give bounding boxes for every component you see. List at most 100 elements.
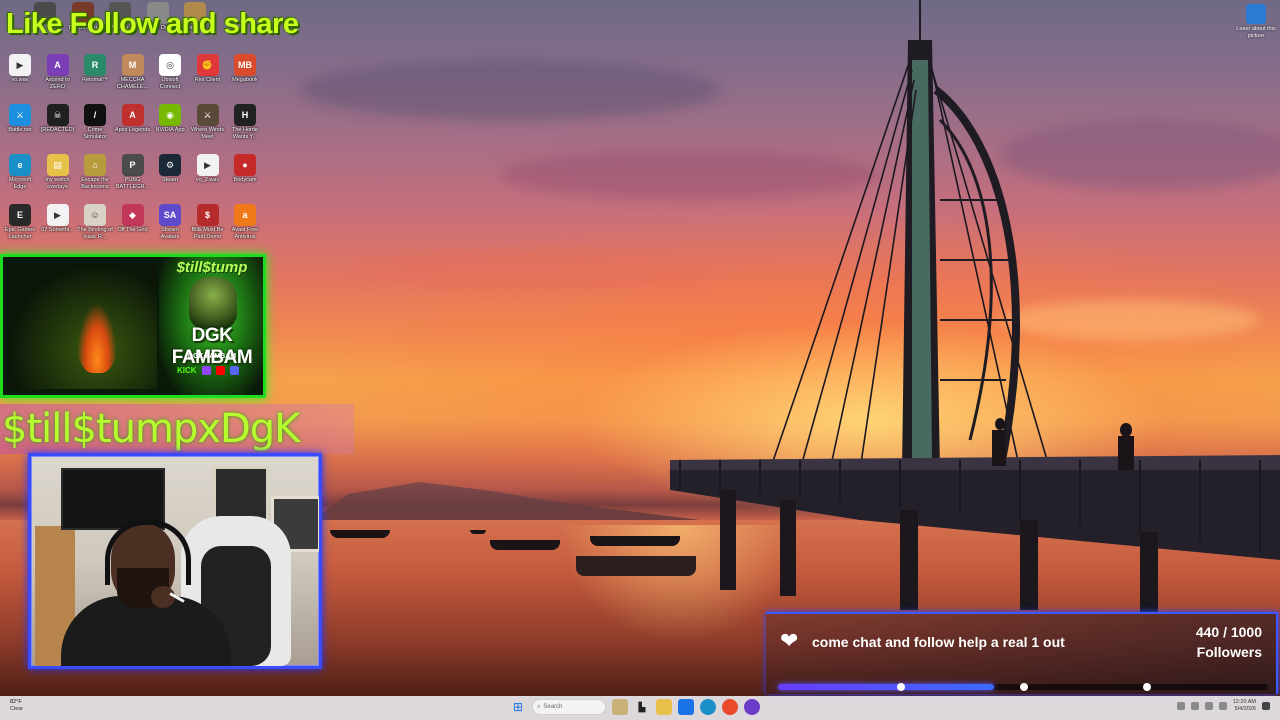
promo-game-preview	[7, 263, 157, 389]
desktop-icon[interactable]: ◎ Ubisoft Connect	[152, 54, 188, 91]
pier-sculpture	[670, 0, 1280, 612]
goal-marker	[1020, 683, 1028, 691]
app-icon: a	[234, 204, 256, 226]
desktop-icon[interactable]: ▶ 07 Somethi...	[40, 204, 76, 234]
volume-icon[interactable]	[1204, 702, 1213, 710]
desktop-icon[interactable]: R Retumal™	[77, 54, 113, 84]
widgets-icon[interactable]	[612, 699, 628, 715]
task-view-icon[interactable]: ▙	[634, 699, 650, 715]
app-icon: SA	[159, 204, 181, 226]
tray-arrow-icon[interactable]	[1176, 702, 1185, 710]
app-icon: ▶	[196, 154, 219, 176]
taskbar-search[interactable]: ⌕ Search	[532, 699, 606, 715]
desktop-icon[interactable]: A Ascend to ZERO	[40, 54, 76, 91]
picture-info-icon	[1246, 4, 1266, 24]
edge-icon[interactable]	[700, 699, 716, 715]
desktop-icon[interactable]: $ Bills Must Be Paid Demo	[190, 204, 226, 241]
app-icon: M	[121, 54, 144, 76]
desktop-icon-label: Stream Avatars	[160, 227, 180, 240]
app-icon: R	[84, 54, 106, 76]
desktop-icon[interactable]: ☺ The Binding of Isaac R...	[77, 204, 113, 241]
desktop-icon[interactable]: ⚔ Where Winds Meet	[190, 104, 226, 141]
goal-progress-fill	[778, 684, 994, 690]
app-icon: H	[234, 104, 256, 126]
desktop-icon[interactable]: M MECCHA CHAMELE...	[115, 54, 151, 91]
promo-title: DGK FAMBAM	[171, 325, 253, 368]
store-icon[interactable]	[678, 699, 694, 715]
desktop-icon-label: Apex Legends	[114, 127, 151, 133]
desktop-icon-label: Steam	[162, 177, 178, 183]
desktop-icon[interactable]: a Avast Free Antivirus	[227, 204, 263, 241]
desktop-icon-label: Epic Games Launcher	[5, 227, 35, 240]
headphones-icon	[105, 520, 191, 585]
app-icon: ☠	[46, 104, 69, 126]
desktop-icon[interactable]: / Crime Simulator	[77, 104, 113, 141]
gamer-tag: $till$tumpxDgK	[0, 404, 354, 454]
notifications-icon[interactable]	[1262, 702, 1270, 710]
desktop-icon[interactable]: ▶ vo_2.wav	[190, 154, 226, 184]
weather-widget[interactable]: 82°F Clear	[10, 699, 23, 713]
desktop-icon[interactable]: A Apex Legends	[115, 104, 151, 134]
desktop-icon[interactable]: ⌂ Escape the Backrooms	[77, 154, 113, 191]
obs-icon[interactable]	[744, 699, 760, 715]
desktop-icon[interactable]: ▤ my switch overlays	[40, 154, 76, 191]
app-icon: ⚙	[159, 154, 181, 176]
boat	[470, 530, 486, 534]
desktop-icon-label: Bodycam	[233, 177, 257, 183]
desktop-icon[interactable]: SA Stream Avatars	[152, 204, 188, 241]
start-icon[interactable]: ⊞	[510, 699, 526, 715]
boat	[330, 530, 390, 538]
wifi-icon[interactable]	[1190, 702, 1199, 710]
file-explorer-icon[interactable]	[656, 699, 672, 715]
app-icon: A	[46, 54, 69, 76]
goal-marker	[1143, 683, 1151, 691]
app-icon: ▶	[46, 204, 69, 226]
desktop-icon[interactable]: ⚔ Battle.net	[2, 104, 38, 134]
desktop-icon-label: 07 Somethi...	[41, 227, 74, 233]
desktop-icon[interactable]: ⚙ Steam	[152, 154, 188, 184]
desktop-icon[interactable]: ◆ Off The Grid	[115, 204, 151, 234]
youtube-icon	[215, 366, 225, 375]
taskbar-clock[interactable]: 12:20 AM 5/4/2026	[1233, 699, 1256, 713]
desktop-icon[interactable]: ◉ NVIDIA App	[152, 104, 188, 134]
goal-count: 440 / 1000	[1195, 624, 1262, 640]
twitch-icon	[201, 366, 211, 375]
desktop-icon-label: Megabonk	[232, 77, 258, 83]
browser-icon[interactable]	[722, 699, 738, 715]
desktop-icon-label: Where Winds Meet	[190, 127, 224, 140]
desktop-icon[interactable]: P PUBG BATTLEGR...	[115, 154, 151, 191]
desktop-icon[interactable]: e Microsoft Edge	[2, 154, 38, 191]
desktop-icon-label: [REDACTED]	[40, 127, 75, 133]
app-icon: ⚔	[196, 104, 219, 126]
desktop-icon-label: MECCHA CHAMELE...	[116, 77, 149, 90]
desktop-icon[interactable]: MB Megabonk	[227, 54, 263, 84]
learn-about-picture[interactable]: Learn about this picture	[1236, 4, 1276, 40]
app-icon: ☺	[84, 204, 106, 226]
search-placeholder: Search	[543, 704, 563, 710]
app-icon: E	[9, 204, 31, 226]
desktop-icon[interactable]: ☠ [REDACTED]	[40, 104, 76, 134]
desktop-icon[interactable]: E Epic Games Launcher	[2, 204, 38, 241]
desktop-icon-label: Battle.net	[8, 127, 32, 133]
desktop-icon[interactable]: ✊ Riot Client	[190, 54, 226, 84]
desktop-icon[interactable]: H The Horde Wants Y...	[227, 104, 263, 141]
app-icon: ◎	[159, 54, 181, 76]
battery-icon[interactable]	[1218, 702, 1227, 710]
desktop-icon-label: Escape the Backrooms	[81, 177, 109, 190]
promo-subtitle: DGK FAMBAM	[187, 353, 237, 360]
app-icon: ▤	[46, 154, 69, 176]
clock-time: 12:20 AM	[1232, 699, 1256, 705]
goal-progress-track	[778, 683, 1268, 691]
promo-logo: $till$tump DGK FAMBAM DGK FAMBAM KICK	[159, 257, 263, 395]
taskbar-apps: ⊞ ⌕ Search ▙	[510, 699, 760, 715]
clock-date: 5/4/2026	[1234, 706, 1256, 712]
desktop-icon[interactable]: ● Bodycam	[227, 154, 263, 184]
app-icon: ✊	[196, 54, 219, 76]
app-icon: ◆	[121, 204, 144, 226]
desktop-icon-label: Avast Free Antivirus	[231, 227, 259, 240]
flame-graphic	[77, 303, 117, 373]
app-icon: ▶	[9, 54, 31, 76]
follower-goal-widget: ❤ come chat and follow help a real 1 out…	[766, 612, 1278, 694]
desktop-icon-label: Riot Client	[194, 77, 221, 83]
desktop-icon[interactable]: ▶ vo.wav	[2, 54, 38, 84]
